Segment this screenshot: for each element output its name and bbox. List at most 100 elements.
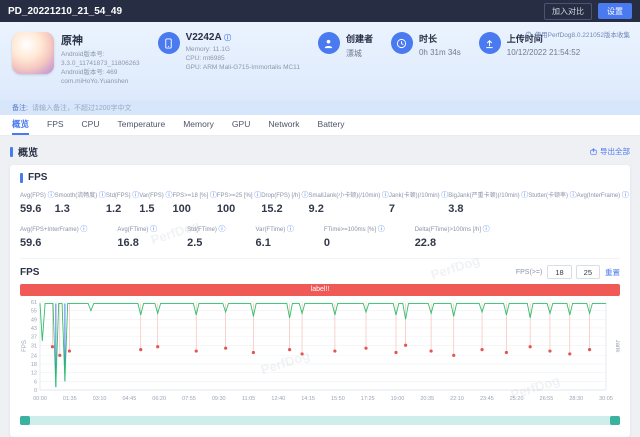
- info-icon[interactable]: ⓘ: [483, 226, 490, 233]
- svg-text:01:35: 01:35: [63, 396, 77, 402]
- info-icon[interactable]: ⓘ: [210, 192, 217, 199]
- duration-block: 时长 0h 31m 34s: [391, 32, 461, 57]
- creator-label: 创建者: [346, 32, 373, 45]
- metric-value: 2.5: [187, 237, 225, 249]
- content-area: 概览 导出全部 FPS Avg(FPS) ⓘ59.6Smooth(流畅度) ⓘ1…: [0, 136, 640, 437]
- creator-block: 创建者 漂城: [318, 32, 373, 59]
- device-gpu: GPU: ARM Mali-G715-Immortalis MC11: [186, 63, 300, 72]
- tab-Memory[interactable]: Memory: [183, 115, 214, 135]
- reset-button[interactable]: 重置: [605, 267, 620, 278]
- scrollbar-right-handle[interactable]: [610, 416, 620, 425]
- upload-time-value: 10/12/2022 21:54:52: [507, 48, 580, 57]
- tab-Temperature[interactable]: Temperature: [118, 115, 166, 135]
- export-all-button[interactable]: 导出全部: [590, 146, 630, 157]
- person-icon: [318, 32, 340, 54]
- fps-threshold-input[interactable]: 18: [547, 265, 571, 279]
- metric-cell: Stutter(卡顿率) ⓘ: [528, 190, 576, 215]
- info-icon[interactable]: ⓘ: [570, 192, 577, 199]
- metric-value: 16.8: [117, 237, 157, 249]
- game-resource-version: Android版本号: 469: [61, 68, 140, 77]
- overview-title: 概览: [18, 144, 38, 159]
- metric-cell: BigJank(严重卡顿)(/10min) ⓘ3.8: [448, 190, 528, 215]
- info-icon[interactable]: ⓘ: [48, 192, 55, 199]
- settings-button[interactable]: 设置: [598, 3, 632, 19]
- fps-overview-card: FPS Avg(FPS) ⓘ59.6Smooth(流畅度) ⓘ1.3Std(FP…: [10, 165, 630, 437]
- svg-text:43: 43: [31, 326, 37, 332]
- metric-label: FPS>=18 [%] ⓘ: [172, 190, 216, 200]
- scrollbar-left-handle[interactable]: [20, 416, 30, 425]
- svg-text:12: 12: [31, 371, 37, 377]
- metric-label: Var(FPS) ⓘ: [139, 190, 172, 200]
- tab-Network[interactable]: Network: [268, 115, 299, 135]
- fps-thresholds: 1825: [547, 265, 600, 279]
- info-icon[interactable]: ⓘ: [80, 226, 87, 233]
- svg-text:09:30: 09:30: [212, 396, 226, 402]
- duration-label: 时长: [419, 32, 461, 45]
- overview-section-header: 概览 导出全部: [10, 144, 630, 159]
- metric-cell: Avg(InterFrame) ⓘ: [577, 190, 629, 215]
- export-icon: [590, 148, 597, 155]
- svg-text:18: 18: [31, 362, 37, 368]
- tab-FPS[interactable]: FPS: [47, 115, 64, 135]
- tab-CPU[interactable]: CPU: [82, 115, 100, 135]
- fps-threshold-input[interactable]: 25: [576, 265, 600, 279]
- svg-text:55: 55: [31, 309, 37, 315]
- fps-panel-header: FPS: [20, 172, 620, 183]
- creator-value: 漂城: [346, 48, 373, 59]
- info-icon[interactable]: ⓘ: [150, 226, 157, 233]
- metric-value: 9.2: [309, 203, 389, 215]
- info-icon[interactable]: ⓘ: [521, 192, 528, 199]
- fps-threshold-label: FPS(>=): [516, 269, 542, 276]
- svg-text:FPS: FPS: [22, 340, 28, 352]
- metric-value: 1.3: [55, 203, 106, 215]
- info-icon[interactable]: ⓘ: [441, 192, 448, 199]
- fps-chart-area[interactable]: 06121824313743495561FPSJank00:0001:3503:…: [20, 297, 620, 414]
- metric-label: Stutter(卡顿率) ⓘ: [528, 190, 576, 200]
- info-icon[interactable]: ⓘ: [219, 226, 226, 233]
- metric-label: Avg(FPS+InterFrame) ⓘ: [20, 224, 87, 234]
- game-icon: [12, 32, 54, 74]
- svg-text:30:05: 30:05: [599, 396, 613, 402]
- info-icon[interactable]: ⓘ: [302, 192, 309, 199]
- clock-icon: [391, 32, 413, 54]
- metric-cell: Delta(FTime)>100ms [/h] ⓘ22.8: [415, 224, 490, 249]
- upload-icon: [479, 32, 501, 54]
- metric-cell: Std(FTime) ⓘ2.5: [187, 224, 225, 249]
- info-icon[interactable]: ⓘ: [378, 226, 385, 233]
- metric-value: 59.6: [20, 203, 55, 215]
- metric-cell: Avg(FPS) ⓘ59.6: [20, 190, 55, 215]
- info-icon[interactable]: ⓘ: [132, 192, 139, 199]
- tab-Battery[interactable]: Battery: [318, 115, 345, 135]
- svg-text:28:30: 28:30: [569, 396, 583, 402]
- metric-label: FTime>=100ms [%] ⓘ: [324, 224, 385, 234]
- tab-GPU[interactable]: GPU: [232, 115, 250, 135]
- metric-value: [577, 203, 629, 215]
- info-icon[interactable]: ⓘ: [254, 192, 261, 199]
- metric-label: Jank(卡顿)(/10min) ⓘ: [389, 190, 448, 200]
- note-bar: 备注: 请输入备注，不超过1200字中文: [0, 100, 640, 115]
- metric-value: [528, 203, 576, 215]
- device-model-row: V2242A ⓘ: [186, 32, 300, 43]
- metric-cell: Avg(FPS+InterFrame) ⓘ59.6: [20, 224, 87, 249]
- compare-button[interactable]: 加入对比: [544, 3, 592, 20]
- info-icon[interactable]: ⓘ: [622, 192, 629, 199]
- svg-text:37: 37: [31, 335, 37, 341]
- metric-value: 100: [217, 203, 261, 215]
- game-package: com.miHoYo.Yuanshen: [61, 77, 140, 86]
- tab-概览[interactable]: 概览: [12, 115, 29, 135]
- note-text: 请输入备注，不超过1200字中文: [32, 103, 132, 113]
- svg-text:22:10: 22:10: [450, 396, 464, 402]
- chart-range-scrollbar[interactable]: [20, 416, 620, 425]
- metric-cell: FPS>=18 [%] ⓘ100: [172, 190, 216, 215]
- collector-version-note: 使用PerfDog8.0.221052版本收集: [525, 29, 630, 39]
- device-cpu: CPU: mt6985: [186, 54, 300, 63]
- refresh-icon: [525, 31, 532, 38]
- info-icon[interactable]: ⓘ: [99, 192, 106, 199]
- svg-text:14:15: 14:15: [301, 396, 315, 402]
- svg-text:6: 6: [34, 379, 37, 385]
- info-icon[interactable]: ⓘ: [224, 35, 231, 42]
- info-icon[interactable]: ⓘ: [165, 192, 172, 199]
- info-icon[interactable]: ⓘ: [382, 192, 389, 199]
- info-icon[interactable]: ⓘ: [287, 226, 294, 233]
- svg-text:12:40: 12:40: [271, 396, 285, 402]
